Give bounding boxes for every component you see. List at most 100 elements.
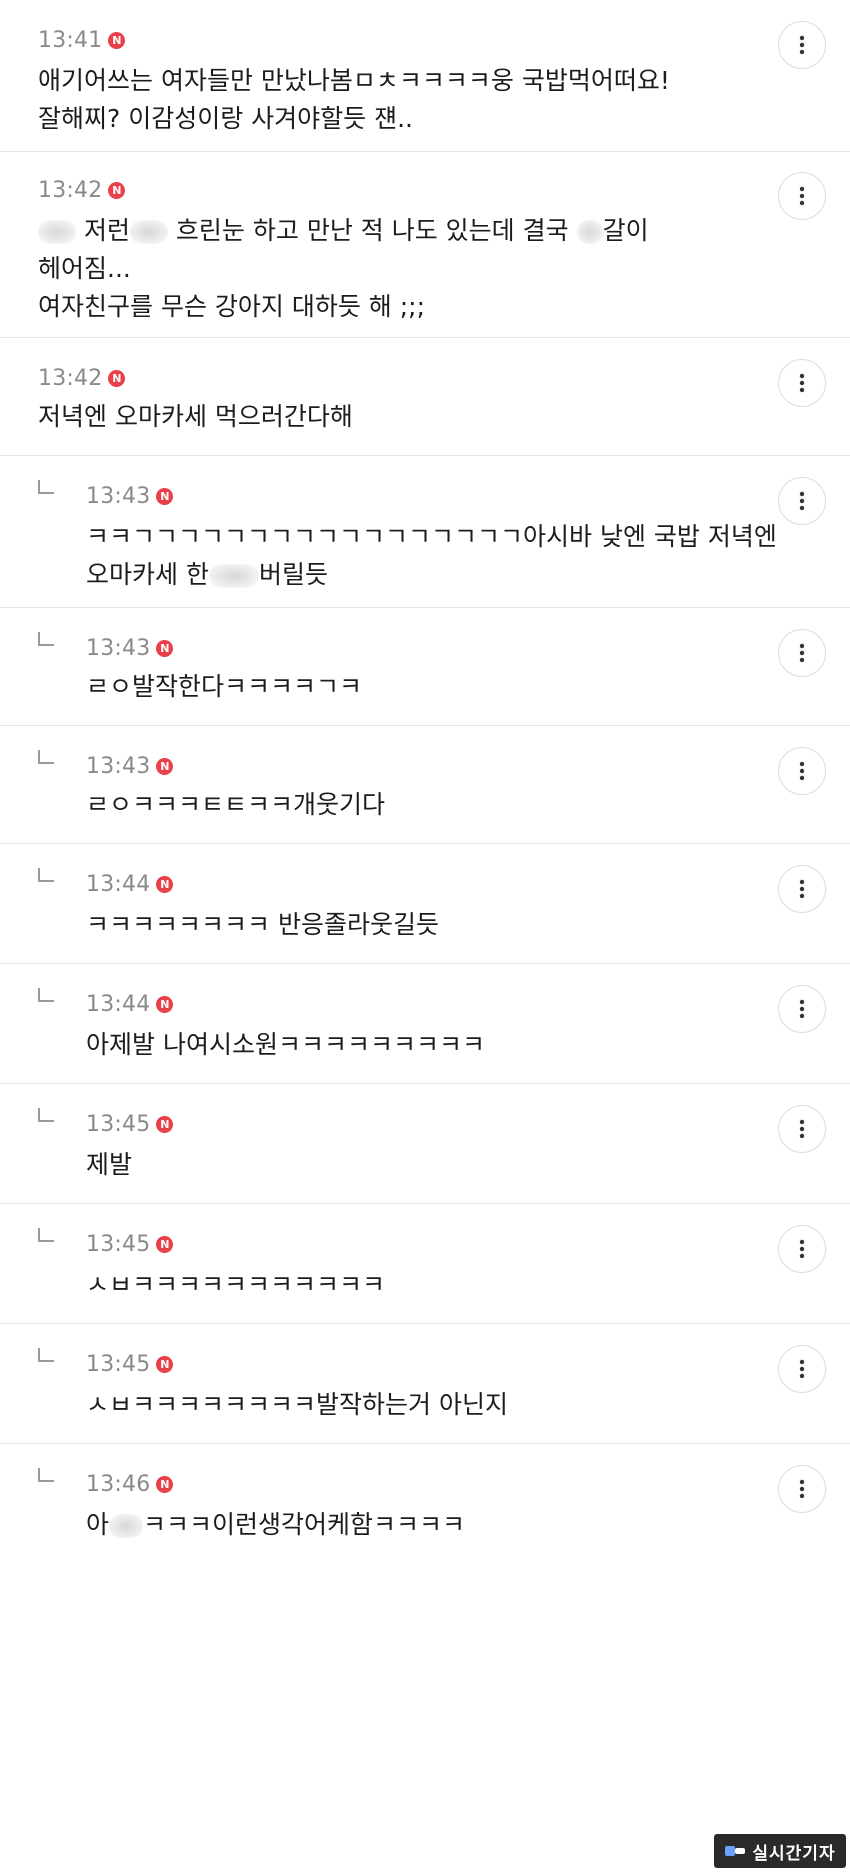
comment-text: ㄹㅇㅋㅋㅋㅌㅌㅋㅋ개웃기다 [86,786,385,824]
more-vertical-icon [799,186,805,206]
comment-meta: 13:42 N [38,178,126,203]
reply-item: 13:43 N ㄹㅇ발작한다ㅋㅋㅋㅋㄱㅋ [0,608,850,726]
more-vertical-icon [799,373,805,393]
more-options-button[interactable] [778,477,826,525]
new-badge-icon: N [156,876,174,893]
comment-text: 저녁엔 오마카세 먹으러간다해 [38,398,353,436]
comment-time: 13:42 [38,366,103,391]
comment-line: ㄹㅇ발작한다ㅋㅋㅋㅋㄱㅋ [86,672,363,701]
more-vertical-icon [799,1119,805,1139]
more-vertical-icon [799,643,805,663]
comment-text: 제발 [86,1146,132,1184]
more-vertical-icon [799,491,805,511]
comment-line: ㅋㅋㅋㅋㅋㅋㅋㅋ 반응졸라웃길듯 [86,910,439,939]
comment-meta: 13:43 N [86,484,174,509]
comment-line: 제발 [86,1150,133,1179]
comment-time: 13:41 [38,28,103,53]
comment-line: 여자친구를 무슨 강아지 대하듯 해 ;;; [38,292,426,321]
comment-meta: 13:43 N [86,636,174,661]
new-badge-icon: N [156,1236,174,1253]
comment-time: 13:44 [86,992,151,1017]
comment-text: ㅅㅂㅋㅋㅋㅋㅋㅋㅋㅋㅋㅋㅋ [86,1266,385,1304]
new-badge-icon: N [108,370,126,387]
censored-blur [109,1514,144,1538]
comment-item: 13:42 N 저녁엔 오마카세 먹으러간다해 [0,338,850,456]
comment-text: ㄹㅇ발작한다ㅋㅋㅋㅋㄱㅋ [86,668,362,706]
reply-arrow-icon [38,868,54,882]
censored-blur [208,564,259,588]
reply-arrow-icon [38,1348,54,1362]
comment-line: 잘해찌? 이감성이랑 사겨야할듯 쟨.. [38,104,414,133]
more-vertical-icon [799,1479,805,1499]
comment-time: 13:43 [86,754,151,779]
more-vertical-icon [799,1359,805,1379]
more-options-button[interactable] [778,1225,826,1273]
censored-blur [38,220,76,244]
comment-meta: 13:41 N [38,28,126,53]
watermark-logo-icon [725,1846,746,1856]
more-options-button[interactable] [778,865,826,913]
more-options-button[interactable] [778,172,826,220]
comment-line: 저런 흐린눈 하고 만난 적 나도 있는데 결국 갈이 [38,212,649,250]
more-vertical-icon [799,879,805,899]
reply-item: 13:44 N ㅋㅋㅋㅋㅋㅋㅋㅋ 반응졸라웃길듯 [0,844,850,964]
more-options-button[interactable] [778,21,826,69]
comment-meta: 13:44 N [86,992,174,1017]
comment-meta: 13:44 N [86,872,174,897]
comment-meta: 13:43 N [86,754,174,779]
new-badge-icon: N [108,182,126,199]
comment-time: 13:44 [86,872,151,897]
comment-text: 아제발 나여시소원ㅋㅋㅋㅋㅋㅋㅋㅋㅋ [86,1026,485,1064]
comment-meta: 13:45 N [86,1112,174,1137]
reply-item: 13:45 N 제발 [0,1084,850,1204]
new-badge-icon: N [156,758,174,775]
comment-line: ㅅㅂㅋㅋㅋㅋㅋㅋㅋㅋㅋㅋㅋ [86,1270,386,1299]
more-vertical-icon [799,35,805,55]
comment-meta: 13:45 N [86,1232,174,1257]
watermark-text: 실시간기자 [752,1843,836,1864]
reply-arrow-icon [38,632,54,646]
comment-time: 13:43 [86,484,151,509]
new-badge-icon: N [156,1356,174,1373]
censored-blur [576,220,603,244]
more-vertical-icon [799,761,805,781]
reply-arrow-icon [38,750,54,764]
more-options-button[interactable] [778,1105,826,1153]
more-options-button[interactable] [778,1465,826,1513]
comment-time: 13:42 [38,178,103,203]
more-options-button[interactable] [778,747,826,795]
reply-arrow-icon [38,1228,54,1242]
reply-item: 13:43 N ㅋㅋㄱㄱㄱㄱㄱㄱㄱㄱㄱㄱㄱㄱㄱㄱㄱㄱㄱ아시바 낮엔 국밥 저녁엔… [0,456,850,608]
new-badge-icon: N [108,32,126,49]
comment-line: 아 ㅋㅋㅋ이런생각어케함ㅋㅋㅋㅋ [86,1510,466,1539]
more-vertical-icon [799,1239,805,1259]
comment-time: 13:46 [86,1472,151,1497]
comment-line: 저녁엔 오마카세 먹으러간다해 [38,402,353,431]
comment-feed: 13:41 N 애기어쓰는 여자들만 만났나봄ㅁㅊㅋㅋㅋㅋ웅 국밥먹어떠요! 잘… [0,0,850,1872]
censored-blur [129,220,168,244]
comment-line: ㅋㅋㄱㄱㄱㄱㄱㄱㄱㄱㄱㄱㄱㄱㄱㄱㄱㄱㄱ아시바 낮엔 국밥 저녁엔 [86,522,777,551]
reply-arrow-icon [38,480,54,494]
more-vertical-icon [799,999,805,1019]
comment-line: 아제발 나여시소원ㅋㅋㅋㅋㅋㅋㅋㅋㅋ [86,1030,485,1059]
more-options-button[interactable] [778,629,826,677]
comment-time: 13:43 [86,636,151,661]
comment-time: 13:45 [86,1352,151,1377]
comment-text: 애기어쓰는 여자들만 만났나봄ㅁㅊㅋㅋㅋㅋ웅 국밥먹어떠요! 잘해찌? 이감성이… [38,62,670,138]
more-options-button[interactable] [778,985,826,1033]
comment-line: ㄹㅇㅋㅋㅋㅌㅌㅋㅋ개웃기다 [86,790,386,819]
comment-line: 애기어쓰는 여자들만 만났나봄ㅁㅊㅋㅋㅋㅋ웅 국밥먹어떠요! [38,66,670,95]
new-badge-icon: N [156,640,174,657]
comment-meta: 13:42 N [38,366,126,391]
more-options-button[interactable] [778,359,826,407]
reply-arrow-icon [38,1468,54,1482]
comment-text: 저런 흐린눈 하고 만난 적 나도 있는데 결국 갈이 헤어짐... 여자친구를… [38,212,649,326]
comment-time: 13:45 [86,1112,151,1137]
reply-item: 13:46 N 아 ㅋㅋㅋ이런생각어케함ㅋㅋㅋㅋ [0,1444,850,1564]
reply-arrow-icon [38,1108,54,1122]
more-options-button[interactable] [778,1345,826,1393]
new-badge-icon: N [156,996,174,1013]
comment-meta: 13:46 N [86,1472,174,1497]
comment-meta: 13:45 N [86,1352,174,1377]
comment-text: 아 ㅋㅋㅋ이런생각어케함ㅋㅋㅋㅋ [86,1506,465,1544]
